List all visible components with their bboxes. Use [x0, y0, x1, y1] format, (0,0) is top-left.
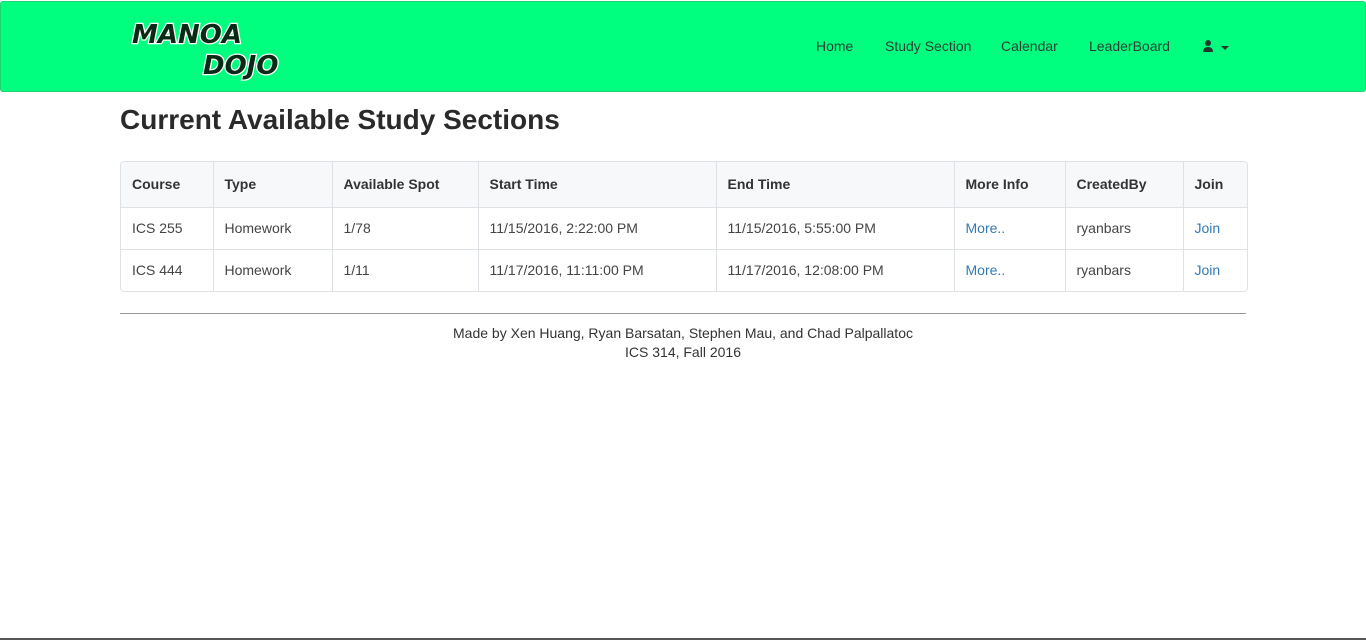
footer-course-term: ICS 314, Fall 2016 — [625, 344, 741, 360]
footer: Made by Xen Huang, Ryan Barsatan, Stephe… — [120, 324, 1246, 362]
column-header-start-time: Start Time — [478, 162, 717, 208]
logo-image: MANOA DOJO — [131, 19, 280, 83]
column-header-type: Type — [213, 162, 333, 208]
nav-leaderboard[interactable]: LeaderBoard — [1089, 38, 1170, 54]
table-row: ICS 444 Homework 1/11 11/17/2016, 11:11:… — [121, 248, 1247, 291]
table-header-row: Course Type Available Spot Start Time En… — [121, 162, 1247, 208]
cell-end-time: 11/15/2016, 5:55:00 PM — [716, 207, 955, 249]
more-info-link[interactable]: More.. — [966, 220, 1006, 236]
join-link[interactable]: Join — [1195, 262, 1221, 278]
column-header-join: Join — [1183, 162, 1247, 208]
column-header-available-spot: Available Spot — [332, 162, 479, 208]
cell-start-time: 11/15/2016, 2:22:00 PM — [478, 207, 717, 249]
column-header-created-by: CreatedBy — [1065, 162, 1184, 208]
nav-study-section[interactable]: Study Section — [885, 38, 971, 54]
user-icon — [1203, 40, 1213, 52]
cell-more-info: More.. — [954, 207, 1066, 249]
cell-type: Homework — [213, 248, 333, 291]
logo-line1: MANOA — [132, 20, 242, 50]
cell-available-spot: 1/11 — [332, 248, 479, 291]
footer-credits: Made by Xen Huang, Ryan Barsatan, Stephe… — [453, 325, 913, 341]
caret-down-icon — [1221, 46, 1229, 50]
cell-course: ICS 444 — [121, 248, 214, 291]
cell-type: Homework — [213, 207, 333, 249]
cell-end-time: 11/17/2016, 12:08:00 PM — [716, 248, 955, 291]
cell-created-by: ryanbars — [1065, 207, 1184, 249]
cell-course: ICS 255 — [121, 207, 214, 249]
footer-divider — [120, 313, 1246, 314]
column-header-end-time: End Time — [716, 162, 955, 208]
cell-more-info: More.. — [954, 248, 1066, 291]
cell-start-time: 11/17/2016, 11:11:00 PM — [478, 248, 717, 291]
more-info-link[interactable]: More.. — [966, 262, 1006, 278]
nav-home[interactable]: Home — [816, 38, 853, 54]
user-menu-dropdown[interactable] — [1202, 39, 1234, 55]
page: MANOA DOJO Home Study Section Calendar L… — [0, 0, 1366, 640]
column-header-more-info: More Info — [954, 162, 1066, 208]
navbar: MANOA DOJO Home Study Section Calendar L… — [0, 1, 1366, 92]
table-row: ICS 255 Homework 1/78 11/15/2016, 2:22:0… — [121, 207, 1247, 249]
join-link[interactable]: Join — [1195, 220, 1221, 236]
cell-join: Join — [1183, 207, 1247, 249]
page-title: Current Available Study Sections — [120, 104, 560, 135]
cell-available-spot: 1/78 — [332, 207, 479, 249]
nav-calendar[interactable]: Calendar — [1001, 38, 1058, 54]
study-sections-table: Course Type Available Spot Start Time En… — [120, 161, 1248, 292]
cell-join: Join — [1183, 248, 1247, 291]
column-header-course: Course — [121, 162, 214, 208]
cell-created-by: ryanbars — [1065, 248, 1184, 291]
logo-line2: DOJO — [203, 51, 278, 81]
brand-logo[interactable]: MANOA DOJO — [131, 16, 283, 83]
